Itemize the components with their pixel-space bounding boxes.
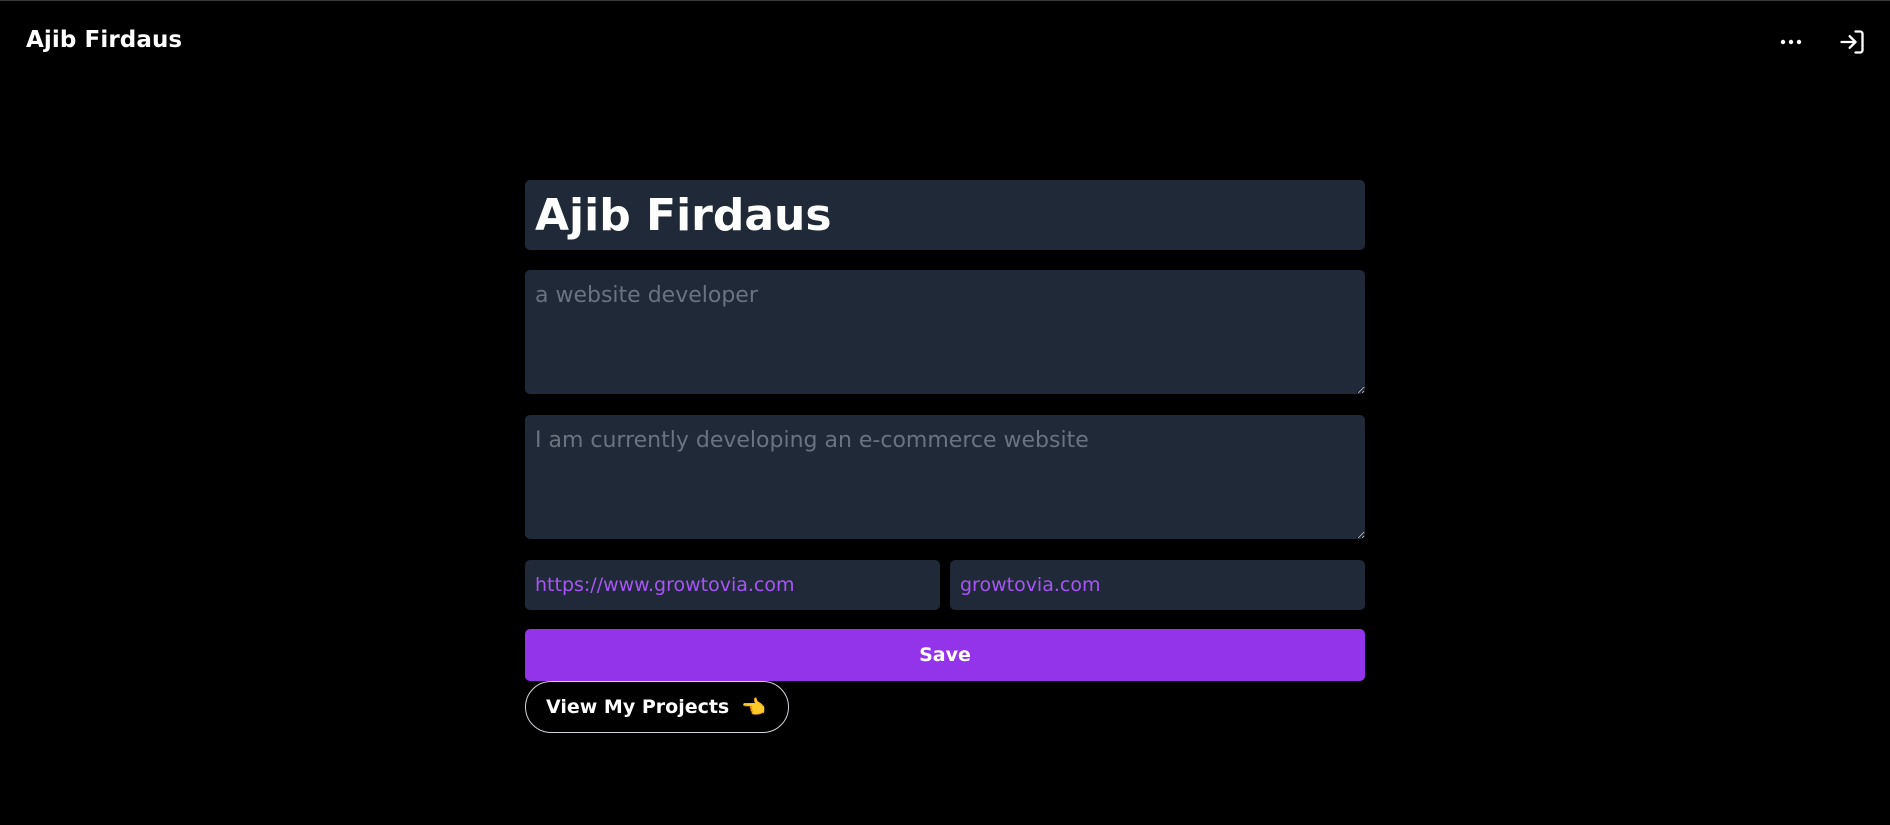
- save-button[interactable]: Save: [525, 629, 1365, 681]
- link-url-input[interactable]: [525, 560, 940, 610]
- view-projects-button[interactable]: View My Projects 👈: [525, 681, 790, 733]
- pointing-hand-icon: 👈: [741, 695, 767, 719]
- more-horizontal-icon: [1780, 39, 1802, 45]
- more-options-button[interactable]: [1774, 25, 1808, 59]
- link-label-input[interactable]: [950, 560, 1365, 610]
- login-button[interactable]: [1834, 24, 1870, 60]
- headline-textarea[interactable]: [525, 270, 1365, 394]
- name-input[interactable]: [525, 180, 1365, 250]
- brand-title[interactable]: Ajib Firdaus: [26, 27, 182, 53]
- login-icon: [1840, 30, 1864, 54]
- view-projects-label: View My Projects: [546, 696, 730, 718]
- app-header: Ajib Firdaus: [0, 1, 1890, 85]
- about-textarea[interactable]: [525, 415, 1365, 539]
